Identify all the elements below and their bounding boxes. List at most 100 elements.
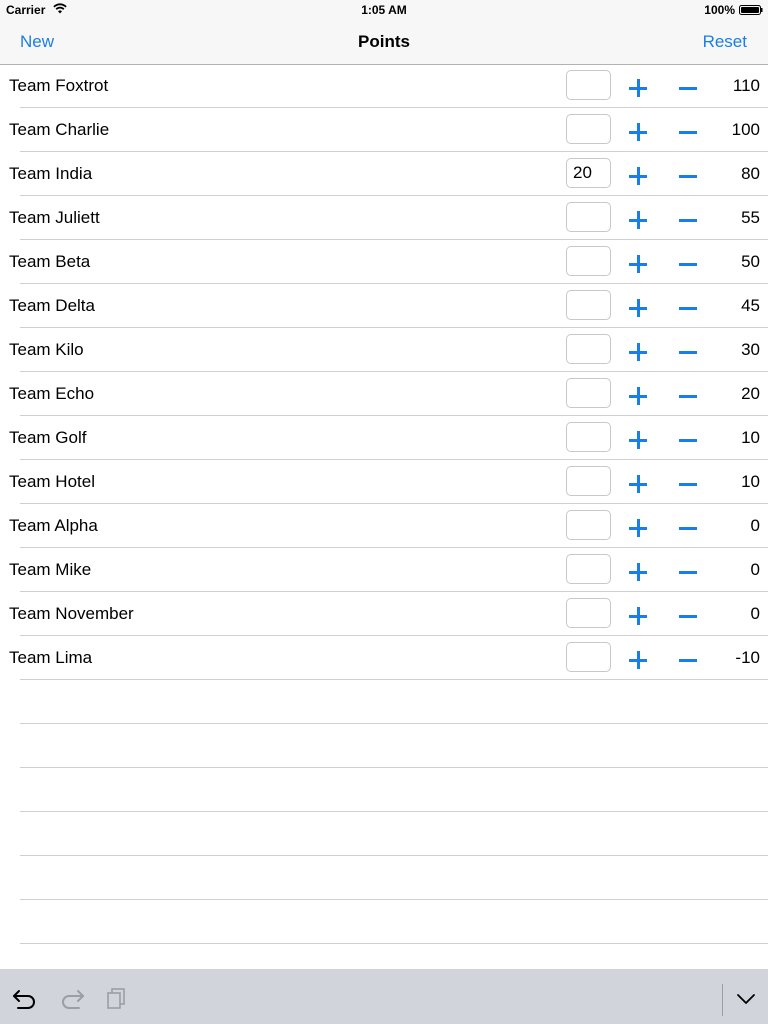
toolbar-divider [722,984,723,1016]
points-input[interactable] [566,246,611,276]
team-score: 0 [750,560,760,579]
team-name: Team Beta [9,252,91,271]
plus-icon[interactable] [627,605,649,627]
minus-icon[interactable] [677,385,699,407]
minus-icon[interactable] [677,209,699,231]
table-row: Team Echo 20 [0,372,768,416]
empty-row [0,856,768,900]
minus-icon[interactable] [677,649,699,671]
points-input[interactable] [566,554,611,584]
table-row: Team Lima -10 [0,636,768,680]
team-score: 55 [741,208,760,227]
table-row: Team Beta 50 [0,240,768,284]
team-name: Team Kilo [9,340,84,359]
points-input[interactable] [566,642,611,672]
points-input[interactable] [566,202,611,232]
plus-icon[interactable] [627,253,649,275]
plus-icon[interactable] [627,517,649,539]
table-row: Team Foxtrot 110 [0,64,768,108]
team-name: Team November [9,604,134,623]
team-score: 0 [750,516,760,535]
team-name: Team India [9,164,93,183]
keyboard-shortcut-bar [0,969,768,1024]
team-score: 100 [731,120,760,139]
minus-icon[interactable] [677,473,699,495]
page-title: Points [358,32,410,51]
minus-icon[interactable] [677,429,699,451]
plus-icon[interactable] [627,341,649,363]
minus-icon[interactable] [677,605,699,627]
team-name: Team Foxtrot [9,76,109,95]
team-name: Team Alpha [9,516,98,535]
team-score: 80 [741,164,760,183]
redo-icon[interactable] [59,987,85,1009]
plus-icon[interactable] [627,561,649,583]
team-name: Team Mike [9,560,92,579]
points-input[interactable] [566,158,611,188]
table-row: Team Hotel 10 [0,460,768,504]
minus-icon[interactable] [677,77,699,99]
empty-row [0,812,768,856]
team-name: Team Hotel [9,472,95,491]
team-score: 20 [741,384,760,403]
table-row: Team Juliett 55 [0,196,768,240]
points-input[interactable] [566,114,611,144]
table-row: Team India 80 [0,152,768,196]
points-input[interactable] [566,466,611,496]
team-score: 0 [750,604,760,623]
plus-icon[interactable] [627,209,649,231]
empty-row [0,900,768,944]
plus-icon[interactable] [627,165,649,187]
reset-button[interactable]: Reset [703,32,747,52]
team-score: 45 [741,296,760,315]
table-row: Team Golf 10 [0,416,768,460]
status-time: 1:05 AM [361,3,407,17]
points-input[interactable] [566,70,611,100]
status-bar: Carrier 1:05 AM 100% [0,0,768,20]
minus-icon[interactable] [677,253,699,275]
table-row: Team Delta 45 [0,284,768,328]
plus-icon[interactable] [627,385,649,407]
team-table: Team Foxtrot 110 Team Charlie 100 Team India… [0,64,768,944]
team-score: -10 [735,648,760,667]
points-input[interactable] [566,378,611,408]
team-name: Team Golf [9,428,87,447]
minus-icon[interactable] [677,341,699,363]
team-name: Team Juliett [9,208,100,227]
table-row: Team November 0 [0,592,768,636]
team-score: 50 [741,252,760,271]
team-name: Team Charlie [9,120,110,139]
points-input[interactable] [566,290,611,320]
table-row: Team Charlie 100 [0,108,768,152]
team-name: Team Echo [9,384,95,403]
team-name: Team Delta [9,296,95,315]
minus-icon[interactable] [677,517,699,539]
minus-icon[interactable] [677,165,699,187]
points-input[interactable] [566,422,611,452]
plus-icon[interactable] [627,649,649,671]
plus-icon[interactable] [627,473,649,495]
battery-icon [739,5,763,15]
table-row: Team Kilo 30 [0,328,768,372]
points-input[interactable] [566,598,611,628]
table-row: Team Alpha 0 [0,504,768,548]
chevron-down-icon[interactable] [733,987,759,1009]
plus-icon[interactable] [627,429,649,451]
navigation-bar: New Points Reset [0,20,768,65]
team-score: 110 [732,76,760,95]
empty-row [0,680,768,724]
table-row: Team Mike 0 [0,548,768,592]
plus-icon[interactable] [627,77,649,99]
paste-icon[interactable] [106,987,132,1009]
team-score: 10 [741,428,760,447]
battery-percentage: 100% [704,3,735,17]
points-input[interactable] [566,334,611,364]
minus-icon[interactable] [677,561,699,583]
plus-icon[interactable] [627,297,649,319]
plus-icon[interactable] [627,121,649,143]
minus-icon[interactable] [677,121,699,143]
undo-icon[interactable] [12,987,38,1009]
points-input[interactable] [566,510,611,540]
empty-row [0,768,768,812]
minus-icon[interactable] [677,297,699,319]
